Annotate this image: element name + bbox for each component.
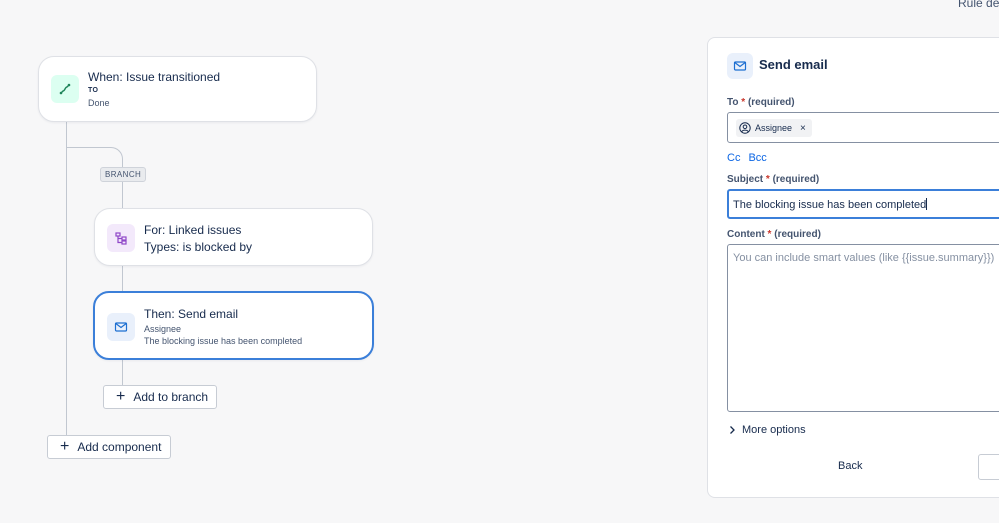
add-to-branch-button[interactable]: + Add to branch xyxy=(103,385,217,409)
branch-title: For: Linked issues xyxy=(144,223,242,237)
mail-icon xyxy=(107,313,135,341)
mail-icon xyxy=(727,53,753,79)
trigger-title: When: Issue transitioned xyxy=(88,70,221,84)
branch-connector-2 xyxy=(122,266,123,292)
assignee-chip[interactable]: Assignee × xyxy=(736,119,812,137)
content-placeholder: You can include smart values (like {{iss… xyxy=(733,252,995,264)
to-field[interactable]: Assignee × xyxy=(727,112,999,143)
branch-card[interactable]: For: Linked issues Types: is blocked by xyxy=(94,208,373,266)
panel-title: Send email xyxy=(759,57,828,72)
back-button[interactable]: Back xyxy=(838,460,862,472)
trigger-value: Done xyxy=(88,98,110,108)
action-subject: The blocking issue has been completed xyxy=(144,336,303,346)
remove-chip-icon[interactable]: × xyxy=(800,123,806,134)
branch-subtitle: Types: is blocked by xyxy=(144,240,253,254)
to-label: To * (required) xyxy=(727,97,795,108)
subject-input[interactable]: The blocking issue has been completed xyxy=(727,189,999,219)
chevron-right-icon xyxy=(730,426,735,434)
send-email-action-card[interactable]: Then: Send email Assignee The blocking i… xyxy=(93,291,374,360)
cc-link[interactable]: Cc xyxy=(727,152,740,164)
branch-icon xyxy=(107,224,135,252)
trigger-to-label: TO xyxy=(88,87,99,94)
add-component-button[interactable]: + Add component xyxy=(47,435,171,459)
trigger-card[interactable]: When: Issue transitioned TO Done xyxy=(38,56,317,122)
add-component-label: Add component xyxy=(77,440,162,454)
next-button[interactable] xyxy=(978,454,999,480)
send-email-panel: Send email To * (required) Assignee × Cc… xyxy=(707,37,999,498)
more-options-toggle[interactable]: More options xyxy=(727,424,806,436)
transition-icon xyxy=(51,75,79,103)
content-textarea[interactable]: You can include smart values (like {{iss… xyxy=(727,244,999,412)
cc-bcc-links: Cc Bcc xyxy=(727,152,775,164)
rule-details-link[interactable]: Rule de xyxy=(958,0,999,10)
content-label: Content * (required) xyxy=(727,229,821,240)
action-assignee: Assignee xyxy=(144,324,182,334)
plus-icon: + xyxy=(116,388,126,405)
add-to-branch-label: Add to branch xyxy=(133,390,209,404)
user-icon xyxy=(739,122,751,134)
branch-connector xyxy=(122,182,123,208)
branch-connector-3 xyxy=(122,359,123,386)
plus-icon: + xyxy=(60,438,70,455)
subject-label: Subject * (required) xyxy=(727,174,820,185)
action-title: Then: Send email xyxy=(144,307,239,321)
text-caret xyxy=(926,198,928,210)
branch-tag: BRANCH xyxy=(100,167,147,182)
bcc-link[interactable]: Bcc xyxy=(748,152,766,164)
